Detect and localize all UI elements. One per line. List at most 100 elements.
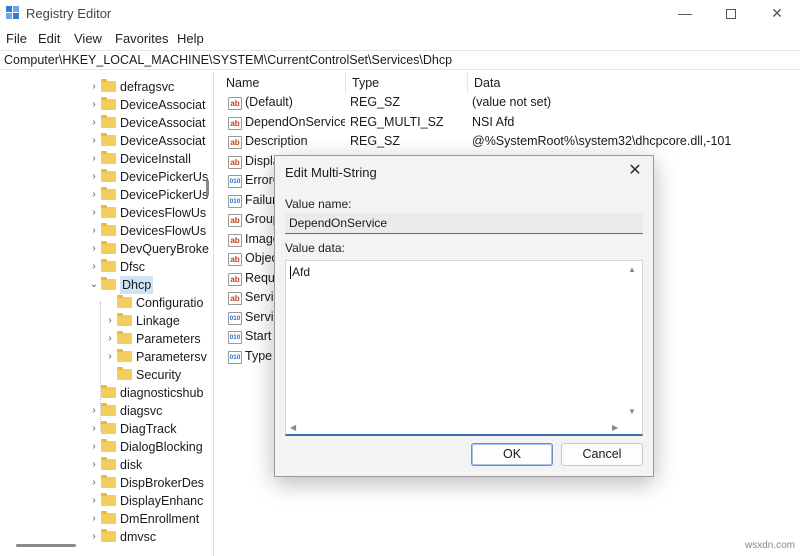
folder-icon — [101, 529, 116, 542]
chevron-right-icon[interactable]: › — [88, 492, 100, 510]
tree-item-label: DmEnrollment — [120, 512, 200, 526]
tree-vertical-scrollbar[interactable] — [202, 72, 212, 556]
column-header-data[interactable]: Data — [468, 72, 800, 94]
chevron-right-icon[interactable]: › — [88, 150, 100, 168]
tree-scroll-thumb[interactable] — [206, 180, 209, 196]
address-bar[interactable]: Computer\HKEY_LOCAL_MACHINE\SYSTEM\Curre… — [0, 50, 800, 70]
tree-horizontal-scrollbar[interactable] — [16, 544, 76, 547]
value-name-field[interactable]: DependOnService — [285, 213, 643, 234]
value-type: REG_SZ — [350, 134, 401, 148]
menu-edit[interactable]: Edit — [38, 31, 60, 46]
tree-item-label: Security — [136, 368, 182, 382]
scroll-up-arrow-icon[interactable]: ▲ — [628, 265, 636, 274]
folder-icon — [101, 277, 116, 290]
minimize-button[interactable]: — — [662, 0, 708, 28]
dialog-close-button[interactable]: ✕ — [623, 160, 647, 182]
binary-value-icon: 010 — [228, 194, 242, 208]
scroll-down-arrow-icon[interactable]: ▼ — [628, 407, 636, 416]
value-row[interactable]: ab Description REG_SZ @%SystemRoot%\system3… — [220, 133, 800, 152]
ok-button[interactable]: OK — [471, 443, 553, 466]
folder-icon — [101, 403, 116, 416]
folder-icon — [101, 493, 116, 506]
chevron-right-icon[interactable]: › — [88, 438, 100, 456]
folder-icon — [101, 475, 116, 488]
tree-item-label: Linkage — [136, 314, 180, 328]
chevron-right-icon[interactable]: › — [88, 402, 100, 420]
folder-icon — [101, 439, 116, 452]
chevron-right-icon[interactable]: › — [104, 330, 116, 348]
tree-item-label: DiagTrack — [120, 422, 177, 436]
close-button[interactable]: ✕ — [754, 0, 800, 28]
chevron-right-icon[interactable]: › — [88, 222, 100, 240]
tree-item-label: DialogBlocking — [120, 440, 203, 454]
cancel-button[interactable]: Cancel — [561, 443, 643, 466]
tree-item-label: DisplayEnhanc — [120, 494, 204, 508]
chevron-right-icon[interactable]: › — [88, 78, 100, 96]
chevron-right-icon[interactable] — [88, 384, 100, 402]
chevron-right-icon[interactable] — [104, 294, 116, 312]
maximize-icon — [726, 9, 736, 20]
chevron-right-icon[interactable]: › — [88, 96, 100, 114]
column-header-name[interactable]: Name — [220, 72, 346, 94]
chevron-right-icon[interactable]: › — [88, 528, 100, 546]
menu-favorites[interactable]: Favorites — [115, 31, 168, 46]
folder-icon — [117, 367, 132, 380]
string-value-icon: ab — [228, 272, 242, 286]
folder-icon — [117, 313, 132, 326]
string-value-icon: ab — [228, 116, 242, 130]
chevron-right-icon[interactable]: › — [88, 456, 100, 474]
folder-icon — [117, 331, 132, 344]
tree-item-label: disk — [120, 458, 143, 472]
chevron-right-icon[interactable]: › — [88, 420, 100, 438]
chevron-right-icon[interactable]: › — [88, 258, 100, 276]
folder-icon — [101, 259, 116, 272]
chevron-right-icon[interactable]: › — [88, 474, 100, 492]
chevron-right-icon[interactable]: › — [88, 510, 100, 528]
maximize-button[interactable] — [708, 0, 754, 28]
string-value-icon: ab — [228, 292, 242, 305]
tree-item-label: dmvsc — [120, 530, 157, 544]
value-type: REG_SZ — [350, 95, 401, 109]
key-tree[interactable]: › defragsvc › DeviceAssociat › DeviceAssociat… — [0, 72, 214, 556]
value-data-textarea[interactable]: Afd ▲ ▼ ◀ ▶ — [285, 260, 643, 436]
scroll-left-arrow-icon[interactable]: ◀ — [290, 423, 296, 432]
menu-file[interactable]: File — [6, 31, 27, 46]
tree-item-label: Dhcp — [120, 276, 154, 294]
menu-help[interactable]: Help — [177, 31, 204, 46]
chevron-right-icon[interactable]: › — [104, 348, 116, 366]
edit-multi-string-dialog: Edit Multi-String ✕ Value name: DependOn… — [274, 155, 654, 477]
binary-value-icon: 010 — [228, 331, 242, 344]
folder-icon — [101, 151, 116, 164]
menu-bar: File Edit View Favorites Help — [0, 28, 800, 50]
value-name: (Default) — [245, 95, 293, 109]
string-value-icon: ab — [228, 136, 242, 149]
tree-item-label: Parametersv — [136, 350, 207, 364]
folder-icon — [101, 511, 116, 524]
folder-icon — [117, 349, 132, 362]
menu-view[interactable]: View — [74, 31, 102, 46]
tree-item-label: DeviceAssociat — [120, 98, 206, 112]
chevron-right-icon[interactable]: › — [88, 204, 100, 222]
chevron-down-icon[interactable]: ⌄ — [88, 276, 100, 294]
value-row[interactable]: ab DependOnService REG_MULTI_SZ NSI Afd — [220, 114, 800, 133]
chevron-right-icon[interactable]: › — [88, 132, 100, 150]
tree-item-label: DevicePickerUs — [120, 170, 209, 184]
tree-item-label: DevQueryBroke — [120, 242, 209, 256]
chevron-right-icon[interactable]: › — [104, 312, 116, 330]
chevron-right-icon[interactable] — [104, 366, 116, 384]
string-value-icon: ab — [228, 97, 242, 110]
tree-guide-line — [100, 302, 101, 432]
folder-icon — [101, 205, 116, 218]
chevron-right-icon[interactable]: › — [88, 240, 100, 258]
folder-icon — [117, 295, 132, 308]
folder-icon — [101, 133, 116, 146]
chevron-right-icon[interactable]: › — [88, 114, 100, 132]
folder-icon — [101, 241, 116, 254]
value-row[interactable]: ab (Default) REG_SZ (value not set) — [220, 94, 800, 113]
chevron-right-icon[interactable]: › — [88, 168, 100, 186]
chevron-right-icon[interactable]: › — [88, 186, 100, 204]
column-header-type[interactable]: Type — [346, 72, 468, 94]
folder-icon — [101, 421, 116, 434]
scroll-right-arrow-icon[interactable]: ▶ — [612, 423, 618, 432]
folder-icon — [101, 385, 116, 398]
